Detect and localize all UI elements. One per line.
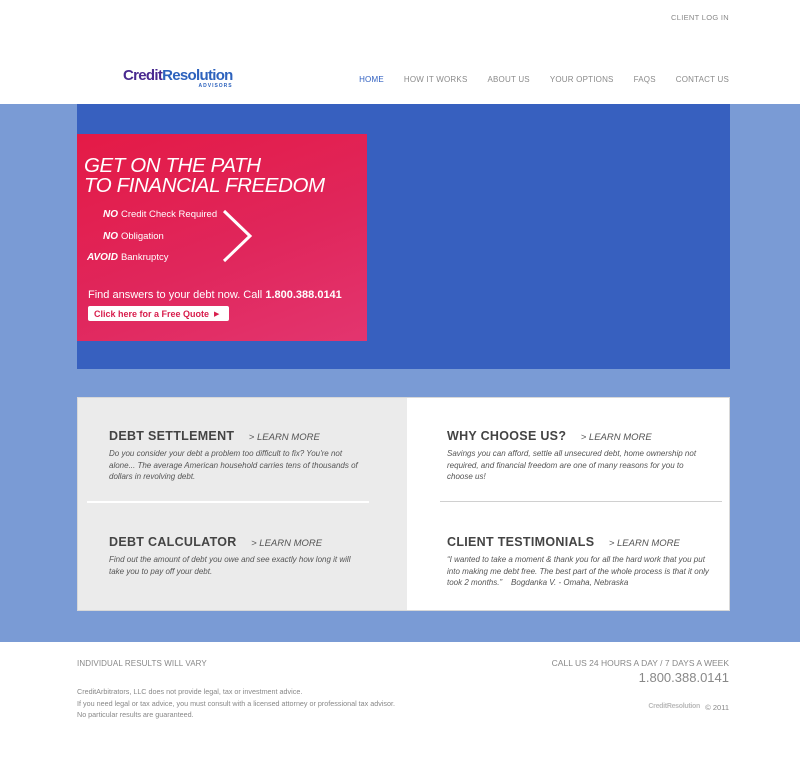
promo-box: GET ON THE PATH TO FINANCIAL FREEDOM NO C… [77, 134, 367, 341]
promo-headline: GET ON THE PATH TO FINANCIAL FREEDOM [84, 154, 325, 197]
main-nav: HOME HOW IT WORKS ABOUT US YOUR OPTIONS … [359, 75, 729, 84]
card-text: Savings you can afford, settle all unsec… [447, 449, 697, 481]
results-notice: INDIVIDUAL RESULTS WILL VARY [77, 659, 207, 668]
divider [440, 501, 722, 502]
promo-bullet-obligation: NO Obligation [103, 231, 164, 242]
why-choose-us-card: WHY CHOOSE US? > LEARN MORE Savings you … [447, 427, 707, 483]
card-title: DEBT CALCULATOR [109, 535, 237, 549]
card-text: Do you consider your debt a problem too … [109, 449, 358, 481]
card-title: CLIENT TESTIMONIALS [447, 535, 595, 549]
site-footer: INDIVIDUAL RESULTS WILL VARY CreditArbit… [0, 642, 800, 767]
site-logo[interactable]: CreditResolution ADVISORS [123, 68, 233, 89]
testimonial-quote: “I wanted to take a moment & thank you f… [447, 555, 709, 587]
footer-phone[interactable]: 1.800.388.0141 [639, 670, 729, 685]
nav-home[interactable]: HOME [359, 75, 384, 84]
client-login-link[interactable]: CLIENT LOG IN [671, 13, 729, 22]
card-title: WHY CHOOSE US? [447, 429, 567, 443]
debt-calculator-learn-more-link[interactable]: > LEARN MORE [251, 538, 322, 549]
site-header: CLIENT LOG IN CreditResolution ADVISORS … [0, 0, 800, 104]
debt-calculator-card: DEBT CALCULATOR > LEARN MORE Find out th… [109, 533, 359, 577]
promo-bullet-bankruptcy: AVOID Bankruptcy [87, 252, 169, 263]
nav-faqs[interactable]: FAQS [634, 75, 656, 84]
divider [87, 501, 369, 503]
play-arrow-icon: ▶ [214, 310, 220, 318]
debt-settlement-learn-more-link[interactable]: > LEARN MORE [249, 432, 320, 443]
nav-contact-us[interactable]: CONTACT US [676, 75, 729, 84]
card-title: DEBT SETTLEMENT [109, 429, 235, 443]
why-choose-us-learn-more-link[interactable]: > LEARN MORE [581, 432, 652, 443]
nav-how-it-works[interactable]: HOW IT WORKS [404, 75, 468, 84]
testimonials-learn-more-link[interactable]: > LEARN MORE [609, 538, 680, 549]
footer-logo: CreditResolution [648, 703, 700, 710]
free-quote-label: Click here for a Free Quote [94, 308, 210, 319]
debt-settlement-card: DEBT SETTLEMENT > LEARN MORE Do you cons… [109, 427, 359, 483]
nav-about-us[interactable]: ABOUT US [487, 75, 529, 84]
call-hours-label: CALL US 24 HOURS A DAY / 7 DAYS A WEEK [551, 658, 729, 668]
card-text: Find out the amount of debt you owe and … [109, 555, 351, 576]
promo-call-text: Find answers to your debt now. Call 1.80… [88, 289, 342, 301]
promo-phone: 1.800.388.0141 [265, 289, 342, 301]
logo-wordmark: CreditResolution [123, 67, 233, 84]
testimonial-author: Bogdanka V. - Omaha, Nebraska [511, 578, 629, 587]
client-testimonials-card: CLIENT TESTIMONIALS > LEARN MORE “I want… [447, 533, 717, 589]
info-panel: DEBT SETTLEMENT > LEARN MORE Do you cons… [77, 397, 730, 611]
legal-disclaimer: CreditArbitrators, LLC does not provide … [77, 687, 396, 719]
copyright: © 2011 [705, 703, 729, 712]
nav-your-options[interactable]: YOUR OPTIONS [550, 75, 614, 84]
chevron-right-icon [222, 209, 253, 263]
free-quote-button[interactable]: Click here for a Free Quote ▶ [88, 306, 229, 321]
promo-bullet-credit-check: NO Credit Check Required [103, 209, 218, 220]
